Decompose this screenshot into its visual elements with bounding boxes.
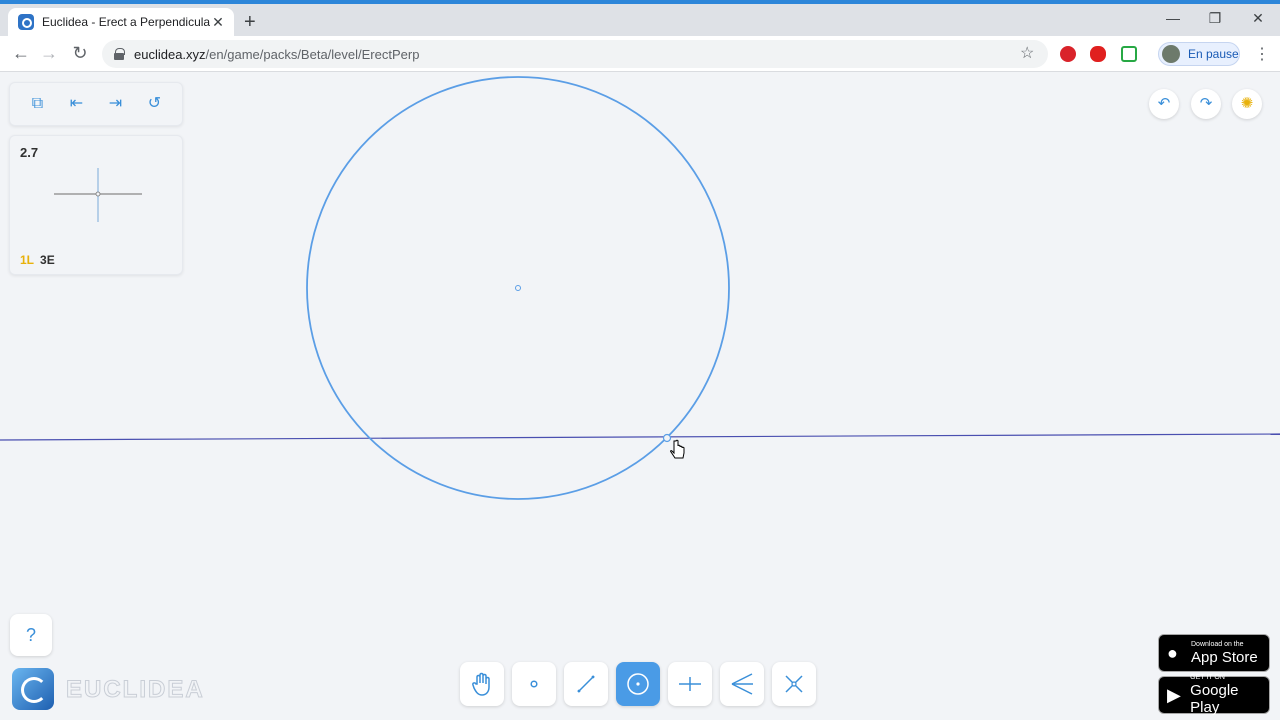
apple-icon: ● [1167, 642, 1178, 663]
app-store-small: Download on the [1191, 640, 1244, 648]
restart-icon[interactable]: ↺ [143, 94, 167, 114]
help-button[interactable]: ? [10, 614, 52, 656]
google-play-big: Google Play [1190, 682, 1239, 716]
angle-bisector-tool[interactable] [720, 662, 764, 706]
profile-button[interactable]: En pause [1158, 42, 1240, 66]
construction-drawing[interactable] [0, 72, 1280, 720]
level-preview-icon [54, 168, 142, 222]
move-tool[interactable] [460, 662, 504, 706]
intersect-icon [785, 675, 803, 693]
level-controls: ⧉ ⇤ ⇥ ↺ [9, 82, 183, 126]
url-path: /en/game/packs/Beta/level/ErectPerp [205, 46, 420, 62]
level-card[interactable]: 2.7 1L 3E [9, 135, 183, 275]
score-e: 3E [40, 253, 55, 267]
browser-menu-icon[interactable]: ⋮ [1254, 44, 1270, 64]
lock-icon [114, 48, 125, 60]
tool-palette [460, 662, 816, 708]
app-store-big: App Store [1191, 648, 1258, 666]
score-l: 1L [20, 253, 35, 267]
perpendicular-icon [679, 677, 701, 691]
given-point [662, 433, 672, 443]
app-store-badge[interactable]: ● Download on the App Store [1158, 634, 1270, 672]
redo-button[interactable]: ↷ [1191, 89, 1221, 119]
adblock-extension-icon[interactable] [1060, 46, 1076, 62]
address-bar[interactable]: euclidea.xyz/en/game/packs/Beta/level/Er… [102, 40, 1048, 68]
level-score: 1L 3E [20, 253, 55, 267]
tab-title: Euclidea - Erect a Perpendicular [42, 15, 210, 29]
circle-center-point [515, 285, 521, 291]
url-host: euclidea.xyz [134, 46, 206, 62]
level-number: 2.7 [20, 145, 39, 160]
minimize-button[interactable]: — [1158, 10, 1188, 26]
restore-button[interactable]: ❐ [1200, 10, 1230, 27]
opera-extension-icon[interactable] [1090, 46, 1106, 62]
packs-icon[interactable]: ⧉ [26, 94, 50, 114]
euclidea-logo-icon [12, 668, 54, 710]
profile-status: En pause [1188, 47, 1239, 61]
undo-button[interactable]: ↶ [1149, 89, 1179, 119]
point-tool[interactable] [512, 662, 556, 706]
google-play-icon: ▶ [1167, 684, 1181, 705]
euclidea-wordmark: EUCLIDEA [66, 676, 205, 704]
browser-toolbar: ← → ↻ euclidea.xyz/en/game/packs/Beta/le… [0, 36, 1280, 72]
google-play-small: GET IT ON [1190, 674, 1225, 681]
bookmark-star-icon[interactable]: ☆ [1020, 43, 1034, 63]
tab-close-icon[interactable]: ✕ [210, 14, 226, 31]
tab-euclidea[interactable]: Euclidea - Erect a Perpendicular ✕ [8, 8, 234, 36]
construction-canvas[interactable]: ⧉ ⇤ ⇥ ↺ 2.7 1L 3E ↶ ↷ ✺ ? EUCLIDEA ● Dow… [0, 72, 1280, 720]
hand-cursor-icon [670, 439, 685, 459]
point-icon [530, 680, 538, 688]
back-button[interactable]: ← [10, 43, 32, 63]
previous-level-icon[interactable]: ⇤ [65, 94, 89, 114]
angle-bisector-icon [731, 673, 753, 695]
line-tool[interactable] [564, 662, 608, 706]
tab-bar: Euclidea - Erect a Perpendicular ✕ + — ❐… [0, 4, 1280, 36]
given-line [0, 433, 1280, 441]
euclidea-favicon-icon [18, 14, 34, 30]
new-tab-button[interactable]: + [244, 12, 256, 32]
google-play-badge[interactable]: ▶ GET IT ON Google Play [1158, 674, 1270, 716]
window-close-button[interactable]: ✕ [1243, 10, 1273, 27]
hand-icon [472, 672, 490, 696]
settings-icon[interactable]: ✺ [1232, 89, 1262, 119]
forward-button[interactable]: → [38, 43, 60, 63]
line-icon [577, 675, 595, 693]
reload-button[interactable]: ↻ [69, 43, 91, 63]
avatar [1162, 45, 1180, 63]
perpendicular-tool[interactable] [668, 662, 712, 706]
intersect-tool[interactable] [772, 662, 816, 706]
circle-tool[interactable] [616, 662, 660, 706]
next-level-icon[interactable]: ⇥ [104, 94, 128, 114]
url-text: euclidea.xyz/en/game/packs/Beta/level/Er… [134, 47, 419, 62]
copy-extension-icon[interactable] [1121, 46, 1137, 62]
circle-icon [627, 673, 649, 695]
